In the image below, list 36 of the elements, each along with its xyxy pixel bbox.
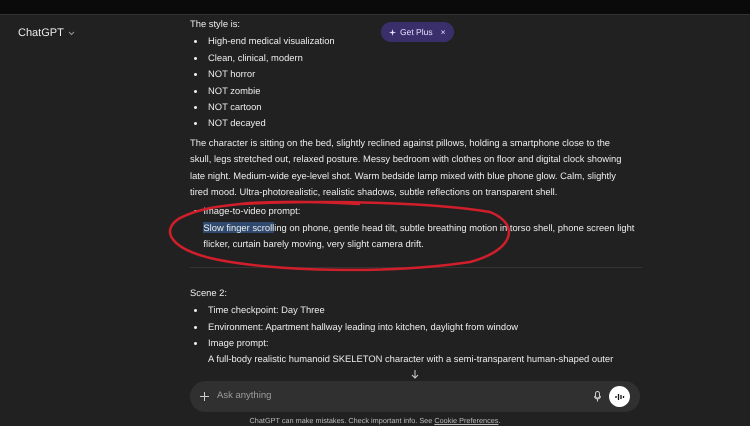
- list-item-text: Clean, clinical, modern: [208, 50, 303, 65]
- close-icon[interactable]: ×: [440, 26, 446, 38]
- bullet-icon: [194, 40, 197, 44]
- message-paragraph: The character is sitting on the bed, slightly reclined against pillows, holding a smartphone close to the skull, legs stretched out, relaxed posture. Messy bedroom with clothes on floor and digital clock showing late night. Medium-wide eye-level shot. Warm bedside lamp mixed with blue phone glow. Calm, slightly tired mood. Ultra-photorealistic, realistic shadows, subtle reflections on transparent shell.: [190, 136, 622, 200]
- prompt-label: Image-to-video prompt:: [203, 204, 302, 218]
- chevron-down-icon[interactable]: [68, 30, 75, 36]
- app-title[interactable]: ChatGPT: [18, 25, 64, 42]
- bullet-icon: [194, 106, 197, 110]
- bullet-icon: [194, 326, 197, 328]
- bullet-icon: [194, 122, 197, 126]
- list-item-text: Image prompt:: [208, 336, 270, 350]
- message-input[interactable]: Ask anything: [217, 389, 586, 404]
- waveform-icon: [614, 392, 624, 400]
- message-text: The style is:: [190, 17, 240, 31]
- list-item-text: NOT cartoon: [208, 100, 262, 114]
- message-field[interactable]: Ask anything: [190, 381, 640, 412]
- list-item-text: NOT zombie: [208, 84, 260, 98]
- list-item-text: High-end medical visualization: [208, 34, 335, 48]
- list-item-text: Time checkpoint: Day Three: [208, 303, 325, 318]
- bullet-icon: [194, 56, 197, 60]
- prompt-text: Slow finger scrolling on phone, gentle head tilt, subtle breathing motion in torso shell, phone screen light flicker, curtain barely moving, very slight camera drift.: [203, 220, 636, 252]
- bullet-icon: [194, 342, 197, 345]
- sparkle-icon: [389, 28, 396, 36]
- microphone-icon[interactable]: [594, 391, 601, 402]
- plus-icon[interactable]: [200, 392, 209, 401]
- list-item-text: NOT decayed: [208, 116, 266, 130]
- list-item-text: Environment: Apartment hallway leading into kitchen, daylight from window: [208, 320, 518, 334]
- bullet-icon: [194, 73, 197, 76]
- voice-button[interactable]: [609, 386, 630, 407]
- scene-heading: Scene 2:: [190, 286, 228, 300]
- bullet-icon: [194, 90, 197, 93]
- list-item-text: NOT horror: [208, 67, 256, 82]
- prompt-text: A full-body realistic humanoid SKELETON character with a semi-transparent human-shaped outer: [208, 352, 614, 366]
- bullet-icon: [194, 309, 197, 312]
- get-plus-button[interactable]: Get Plus ×: [381, 22, 454, 42]
- arrow-down-icon: [411, 370, 419, 378]
